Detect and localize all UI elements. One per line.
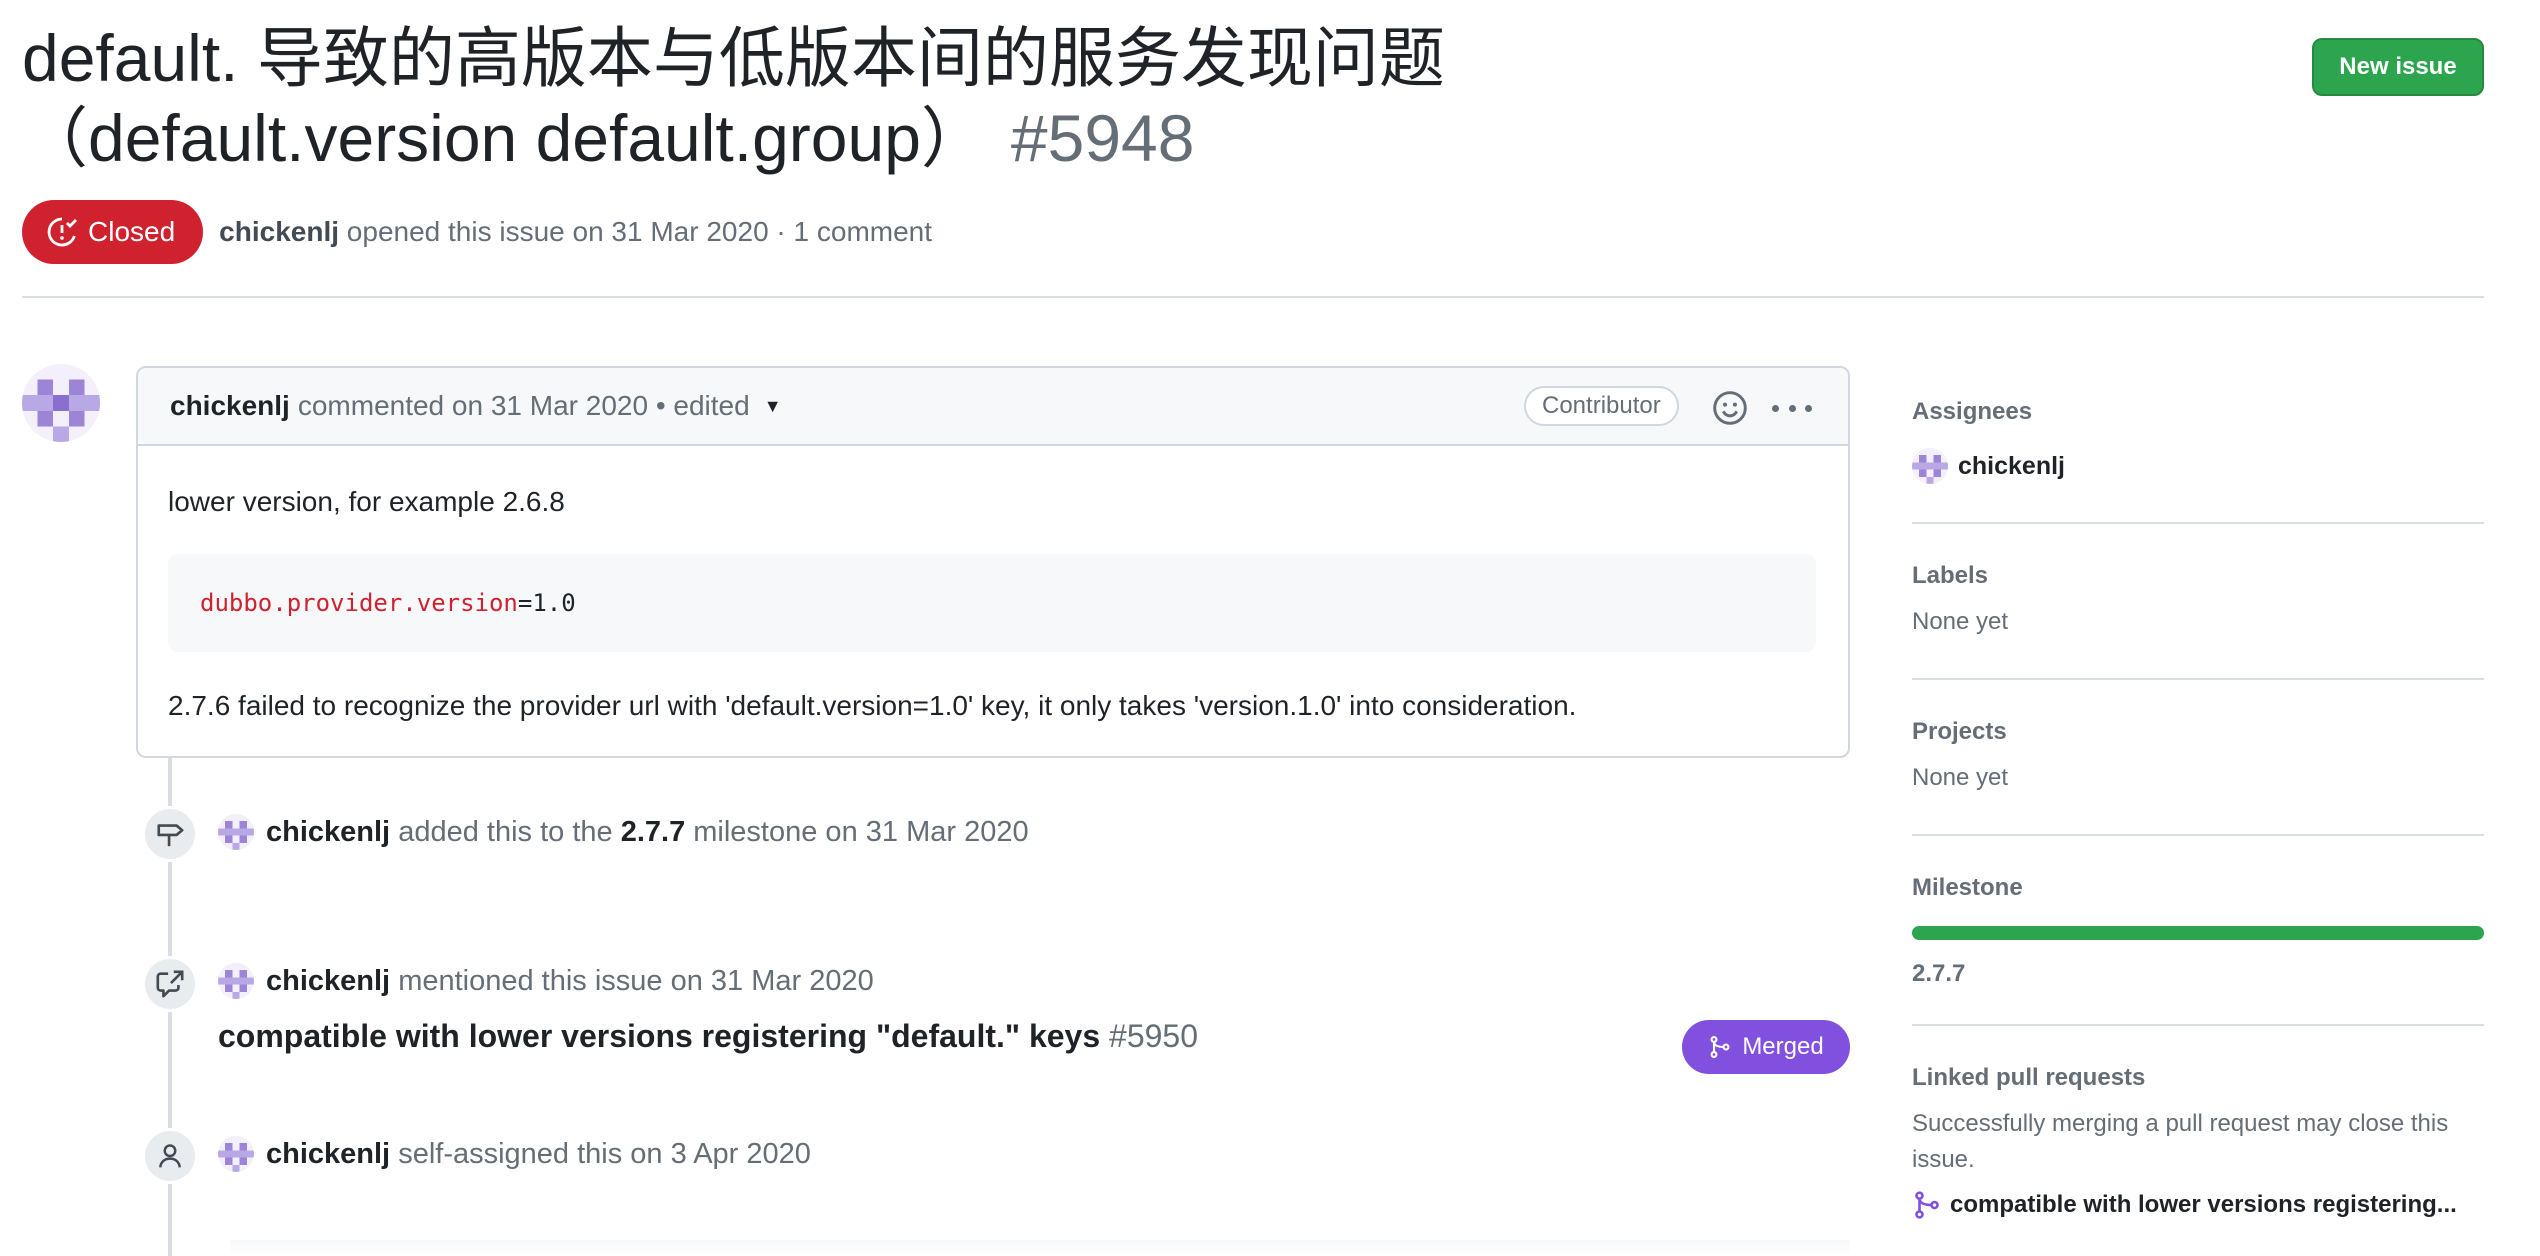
edit-history-dropdown[interactable]: ▼ xyxy=(764,396,782,417)
kebab-icon[interactable] xyxy=(1772,390,1812,426)
closed-state-badge: Closed xyxy=(22,200,204,264)
comment-paragraph-2: 2.7.6 failed to recognize the provider u… xyxy=(168,690,1577,721)
comment-paragraph-1: lower version, for example 2.6.8 xyxy=(168,486,565,517)
linked-prs-help: Successfully merging a pull request may … xyxy=(1912,1110,2449,1173)
linked-prs-section: Linked pull requests Successfully mergin… xyxy=(1912,1064,2484,1220)
projects-heading[interactable]: Projects xyxy=(1912,718,2484,746)
issue-title-text: default. 导致的高版本与低版本间的服务发现问题（default.vers… xyxy=(22,21,1445,175)
event-text: mentioned this issue on 31 Mar 2020 xyxy=(398,964,874,997)
labels-heading[interactable]: Labels xyxy=(1912,562,2484,590)
milestone-link[interactable]: 2.7.7 xyxy=(1912,956,2484,992)
comment-header: chickenlj commented on 31 Mar 2020 • edi… xyxy=(138,368,1848,446)
milestone-link[interactable]: 2.7.7 xyxy=(621,816,686,849)
issue-meta: chickenlj opened this issue on 31 Mar 20… xyxy=(219,216,932,248)
code-block: dubbo.provider.version =1.0 xyxy=(168,554,1816,652)
sidebar-divider xyxy=(1912,834,2484,836)
milestone-section: Milestone 2.7.7 xyxy=(1912,874,2484,992)
linked-pr-item[interactable]: compatible with lower versions registeri… xyxy=(1912,1190,2484,1220)
actor-link[interactable]: chickenlj xyxy=(266,816,390,849)
cross-reference-icon xyxy=(142,956,198,1012)
header-divider xyxy=(22,296,2484,298)
contributor-badge: Contributor xyxy=(1524,386,1679,426)
sidebar-divider xyxy=(1912,522,2484,524)
issue-number: #5948 xyxy=(1010,101,1195,175)
git-pull-request-icon xyxy=(1915,1191,1939,1219)
author-avatar[interactable] xyxy=(22,364,100,442)
code-value: =1.0 xyxy=(517,589,576,617)
projects-value: None yet xyxy=(1912,764,2009,791)
event-text-post: milestone on 31 Mar 2020 xyxy=(693,815,1029,848)
next-item-edge xyxy=(230,1240,1850,1256)
event-text: added this to the xyxy=(398,815,613,848)
actor-link[interactable]: chickenlj xyxy=(266,965,390,998)
actor-avatar[interactable] xyxy=(218,1136,254,1172)
assignee-item[interactable]: chickenlj xyxy=(1912,448,2484,484)
pr-number: #5950 xyxy=(1109,1018,1199,1054)
linked-prs-heading: Linked pull requests xyxy=(1912,1064,2146,1091)
sidebar-divider xyxy=(1912,1024,2484,1026)
mention-event: chickenlj mentioned this issue on 31 Mar… xyxy=(218,963,874,999)
labels-value: None yet xyxy=(1912,608,2009,635)
state-label: Closed xyxy=(88,216,176,247)
issue-closed-icon xyxy=(47,217,77,247)
labels-section: Labels None yet xyxy=(1912,562,2484,640)
milestone-event: chickenlj added this to the 2.7.7 milest… xyxy=(218,814,1029,850)
issue-author-link[interactable]: chickenlj xyxy=(219,216,339,247)
sidebar-divider xyxy=(1912,678,2484,680)
milestone-icon xyxy=(142,806,198,862)
assignee-name[interactable]: chickenlj xyxy=(1958,452,2065,481)
actor-avatar[interactable] xyxy=(218,963,254,999)
event-text: self-assigned this on 3 Apr 2020 xyxy=(398,1137,811,1170)
merged-badge: Merged xyxy=(1682,1020,1850,1074)
milestone-progress-bar xyxy=(1912,926,2484,940)
pr-title-link[interactable]: compatible with lower versions registeri… xyxy=(218,1018,1100,1054)
issue-meta-text: opened this issue on 31 Mar 2020 · 1 com… xyxy=(346,216,933,247)
issue-state-row: Closed chickenlj opened this issue on 31… xyxy=(22,200,932,264)
new-issue-button[interactable]: New issue xyxy=(2312,38,2484,96)
comment-meta: commented on 31 Mar 2020 • edited xyxy=(297,390,750,421)
projects-section: Projects None yet xyxy=(1912,718,2484,796)
linked-pr-title[interactable]: compatible with lower versions registeri… xyxy=(1950,1191,2457,1219)
smiley-icon[interactable] xyxy=(1712,390,1748,426)
merged-label: Merged xyxy=(1742,1033,1824,1060)
actor-avatar[interactable] xyxy=(218,814,254,850)
assignees-section: Assignees chickenlj xyxy=(1912,398,2484,484)
code-key: dubbo.provider.version xyxy=(200,589,518,617)
person-icon xyxy=(142,1128,198,1184)
assignee-avatar xyxy=(1912,448,1948,484)
actor-link[interactable]: chickenlj xyxy=(266,1138,390,1171)
issue-title: default. 导致的高版本与低版本间的服务发现问题（default.vers… xyxy=(22,18,1902,178)
git-merge-icon xyxy=(1710,1036,1730,1058)
milestone-heading[interactable]: Milestone xyxy=(1912,874,2484,902)
assignees-heading[interactable]: Assignees xyxy=(1912,398,2484,426)
comment-box: chickenlj commented on 31 Mar 2020 • edi… xyxy=(136,366,1850,758)
referenced-pr[interactable]: compatible with lower versions registeri… xyxy=(218,1018,1198,1055)
assign-event: chickenlj self-assigned this on 3 Apr 20… xyxy=(218,1136,811,1172)
comment-author-link[interactable]: chickenlj xyxy=(170,390,290,422)
